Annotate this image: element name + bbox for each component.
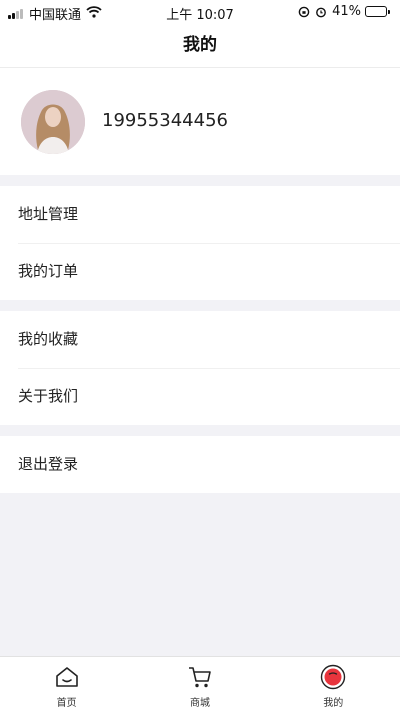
- page-title: 我的: [0, 24, 400, 68]
- menu-item-orders[interactable]: 我的订单: [0, 243, 400, 300]
- menu-group-account: 地址管理 我的订单: [0, 186, 400, 300]
- menu-group-info: 我的收藏 关于我们: [0, 311, 400, 425]
- home-icon: [54, 664, 80, 690]
- alarm-icon: [315, 6, 327, 18]
- tab-bar: 首页 商城 我的: [0, 656, 400, 710]
- battery-percent: 41%: [332, 4, 361, 19]
- cart-icon: [187, 664, 213, 690]
- profile-icon: [320, 664, 346, 690]
- menu-item-logout[interactable]: 退出登录: [0, 436, 400, 493]
- status-bar: 中国联通 上午 10:07 41%: [0, 0, 400, 24]
- tab-home[interactable]: 首页: [0, 657, 133, 710]
- profile-card[interactable]: 19955344456: [0, 68, 400, 175]
- tab-mine[interactable]: 我的: [267, 657, 400, 710]
- menu-item-address[interactable]: 地址管理: [0, 186, 400, 243]
- avatar[interactable]: [21, 90, 85, 154]
- tab-mine-label: 我的: [323, 698, 344, 709]
- user-phone: 19955344456: [102, 110, 228, 131]
- menu-item-favorites[interactable]: 我的收藏: [0, 311, 400, 368]
- rotation-lock-icon: [298, 6, 310, 18]
- tab-mall-label: 商城: [189, 698, 210, 709]
- tab-home-label: 首页: [56, 698, 77, 709]
- battery-icon: [365, 6, 390, 17]
- status-right: 41%: [298, 4, 390, 19]
- tab-mall[interactable]: 商城: [133, 657, 266, 710]
- menu-item-about[interactable]: 关于我们: [0, 368, 400, 425]
- menu-group-logout: 退出登录: [0, 436, 400, 493]
